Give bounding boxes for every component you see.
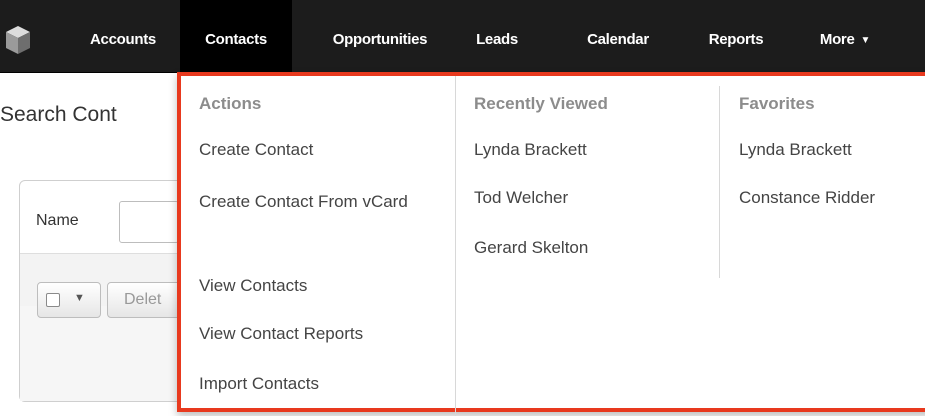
import-contacts-link[interactable]: Import Contacts bbox=[199, 374, 319, 394]
top-navigation-bar: Accounts Contacts Opportunities Leads Ca… bbox=[0, 0, 925, 73]
favorites-column: Favorites Lynda Brackett Constance Ridde… bbox=[721, 76, 925, 416]
create-contact-from-vcard-link[interactable]: Create Contact From vCard bbox=[199, 188, 429, 215]
nav-leads[interactable]: Leads bbox=[462, 0, 532, 72]
page-title: Search Cont bbox=[0, 103, 117, 126]
caret-down-icon: ▼ bbox=[860, 35, 871, 46]
nav-calendar[interactable]: Calendar bbox=[570, 0, 666, 72]
favorites-heading: Favorites bbox=[739, 94, 815, 113]
recent-item[interactable]: Lynda Brackett bbox=[474, 140, 587, 160]
nav-contacts[interactable]: Contacts bbox=[180, 0, 292, 72]
recently-viewed-heading: Recently Viewed bbox=[474, 94, 608, 113]
favorite-item[interactable]: Lynda Brackett bbox=[739, 140, 852, 160]
nav-more[interactable]: More ▼ bbox=[800, 0, 890, 72]
actions-column: Actions Create Contact Create Contact Fr… bbox=[181, 76, 456, 416]
select-all-button[interactable]: ▼ bbox=[37, 282, 101, 318]
create-contact-link[interactable]: Create Contact bbox=[199, 140, 313, 160]
favorite-item[interactable]: Constance Ridder bbox=[739, 188, 875, 208]
recently-viewed-column: Recently Viewed Lynda Brackett Tod Welch… bbox=[456, 76, 720, 416]
view-contact-reports-link[interactable]: View Contact Reports bbox=[199, 324, 363, 344]
name-filter-input[interactable] bbox=[119, 201, 179, 243]
nav-reports[interactable]: Reports bbox=[694, 0, 778, 72]
name-filter-label: Name bbox=[36, 212, 79, 229]
recent-item[interactable]: Tod Welcher bbox=[474, 188, 568, 208]
contacts-dropdown-menu: Actions Create Contact Create Contact Fr… bbox=[177, 72, 925, 416]
recent-item[interactable]: Gerard Skelton bbox=[474, 238, 588, 258]
column-divider bbox=[719, 86, 720, 278]
caret-down-icon: ▼ bbox=[74, 292, 85, 304]
checkbox-icon bbox=[46, 293, 60, 307]
cube-logo-icon[interactable] bbox=[4, 24, 32, 56]
actions-heading: Actions bbox=[199, 94, 262, 113]
view-contacts-link[interactable]: View Contacts bbox=[199, 276, 307, 296]
nav-more-label: More bbox=[819, 31, 855, 48]
delete-button[interactable]: Delet bbox=[107, 282, 187, 318]
nav-accounts[interactable]: Accounts bbox=[70, 0, 176, 72]
nav-opportunities[interactable]: Opportunities bbox=[310, 0, 450, 72]
